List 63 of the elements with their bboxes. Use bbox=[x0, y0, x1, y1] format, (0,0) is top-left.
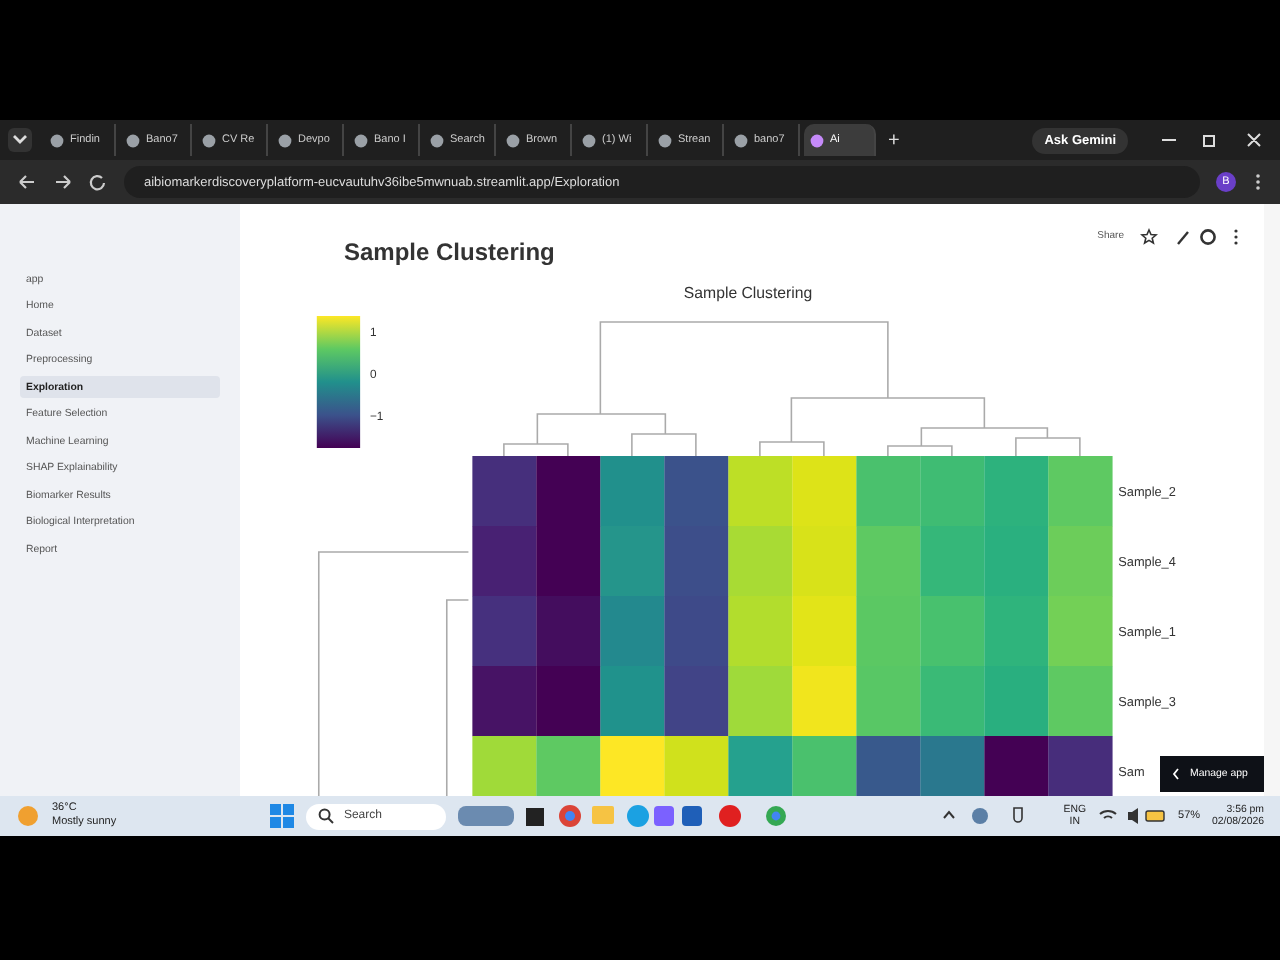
site-icon bbox=[506, 133, 520, 147]
site-icon bbox=[582, 133, 596, 147]
new-tab-button[interactable]: + bbox=[880, 129, 908, 151]
site-icon bbox=[278, 133, 292, 147]
heatmap-cell bbox=[1048, 666, 1113, 737]
heatmap-cell bbox=[472, 596, 537, 667]
heatmap-cell bbox=[920, 456, 985, 527]
heatmap-cell bbox=[600, 666, 665, 737]
heatmap-cell bbox=[984, 596, 1049, 667]
heatmap-cell bbox=[792, 456, 857, 527]
heatmap-cell bbox=[600, 456, 665, 527]
site-icon bbox=[202, 133, 216, 147]
heatmap-cell bbox=[728, 596, 793, 667]
heatmap-cell bbox=[536, 456, 601, 527]
site-icon bbox=[430, 133, 444, 147]
heatmap-cell bbox=[792, 666, 857, 737]
search-icon bbox=[317, 808, 334, 824]
windows-logo-icon[interactable] bbox=[269, 804, 294, 828]
chevron-left-icon bbox=[1172, 768, 1180, 780]
heatmap-cell bbox=[664, 666, 729, 737]
heatmap-cell bbox=[664, 596, 729, 667]
heatmap-cell bbox=[728, 666, 793, 737]
sun-icon bbox=[16, 804, 40, 828]
site-icon bbox=[126, 133, 140, 147]
heatmap-cell bbox=[536, 526, 601, 597]
network-volume-icon[interactable] bbox=[1098, 806, 1167, 826]
heatmap-cell bbox=[1048, 526, 1113, 597]
heatmap-cell bbox=[728, 526, 793, 597]
heatmap-cell bbox=[472, 526, 537, 597]
site-icon bbox=[810, 133, 824, 147]
site-icon bbox=[50, 133, 64, 147]
heatmap-cell bbox=[920, 526, 985, 597]
site-icon bbox=[658, 133, 672, 147]
color-scale-bar bbox=[316, 316, 361, 448]
heatmap-cell bbox=[792, 526, 857, 597]
plot-title: Sample Clustering bbox=[683, 283, 813, 303]
heatmap-cell bbox=[600, 526, 665, 597]
heatmap-cell bbox=[1048, 596, 1113, 667]
heatmap-cell bbox=[536, 596, 601, 667]
tab-list-icon[interactable] bbox=[8, 128, 32, 152]
scrollbar[interactable] bbox=[1264, 204, 1280, 796]
heatmap-cell bbox=[984, 666, 1049, 737]
heatmap-cell bbox=[856, 666, 921, 737]
heatmap-cell bbox=[1048, 456, 1113, 527]
site-icon bbox=[734, 133, 748, 147]
navigation-icon[interactable] bbox=[16, 172, 108, 192]
heatmap-cell bbox=[472, 456, 537, 527]
heatmap-cell bbox=[664, 526, 729, 597]
heatmap-cell bbox=[664, 456, 729, 527]
heatmap-cell bbox=[728, 456, 793, 527]
heatmap-cell bbox=[856, 526, 921, 597]
heatmap-cell bbox=[984, 526, 1049, 597]
site-icon bbox=[354, 133, 368, 147]
heatmap-cell bbox=[920, 666, 985, 737]
heatmap-cell bbox=[920, 596, 985, 667]
menu-icon[interactable] bbox=[1252, 172, 1264, 192]
heatmap-cell bbox=[600, 596, 665, 667]
heatmap-cell bbox=[536, 666, 601, 737]
heatmap-cell bbox=[984, 456, 1049, 527]
heatmap-cell bbox=[792, 596, 857, 667]
section-heading: Sample Clustering bbox=[344, 238, 557, 266]
heatmap-cell bbox=[856, 456, 921, 527]
heatmap-cell bbox=[472, 666, 537, 737]
